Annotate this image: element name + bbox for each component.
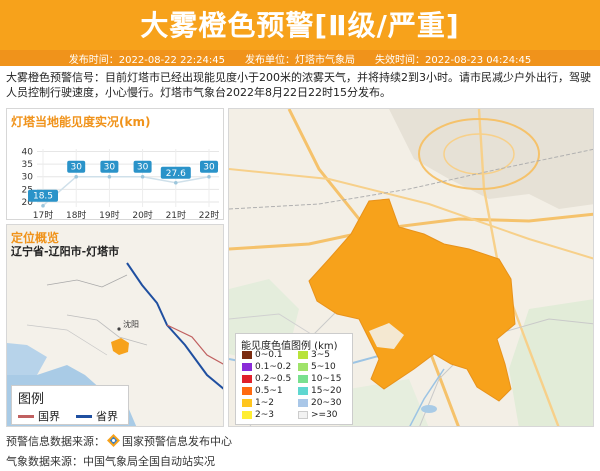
warning-page: 大雾橙色预警[Ⅱ级/严重] 发布时间：2022-08-22 22:24:45 发… [0, 0, 600, 471]
legend-item: >=30 [298, 410, 338, 420]
warning-meta: 发布时间：2022-08-22 22:24:45 发布单位：灯塔市气象局 失效时… [0, 50, 600, 66]
legend-label: 10~15 [311, 374, 342, 384]
data-label: 18.5 [33, 192, 53, 202]
legend-label: 0.5~1 [255, 386, 283, 396]
legend-label: 1~2 [255, 398, 274, 408]
legend-swatch [242, 399, 252, 407]
x-tick-label: 22时 [199, 209, 219, 221]
legend-item: 3~5 [298, 350, 330, 360]
data-point [107, 174, 112, 179]
legend-label: >=30 [311, 410, 338, 420]
legend-swatch [298, 387, 308, 395]
data-point [140, 174, 145, 179]
y-tick-label: 30 [22, 173, 34, 183]
data-label: 30 [70, 163, 82, 173]
x-tick-label: 21时 [166, 209, 186, 221]
legend-item: 2~3 [242, 410, 274, 420]
legend-swatch [298, 411, 308, 419]
visibility-chart-title: 灯塔当地能见度实况(km) [11, 115, 151, 129]
warning-center-logo-icon [107, 434, 120, 447]
province-border-swatch [76, 414, 92, 418]
visibility-chart-panel: 40 35 30 25 20 18.5 30 30 30 27.6 30 17时 18时 19时 20时 21… [6, 108, 224, 221]
expire-time: 失效时间：2022-08-23 04:24:45 [375, 54, 532, 66]
legend-item: 0.5~1 [242, 386, 283, 396]
legend-swatch [242, 411, 252, 419]
y-tick-label: 40 [22, 148, 34, 158]
legend-item: 0~0.1 [242, 350, 283, 360]
warning-data-source: 预警信息数据来源： 国家预警信息发布中心 [6, 433, 232, 449]
location-overview-panel: 沈阳 定位概览 辽宁省-辽阳市-灯塔市 图例 国界 省界 [6, 224, 224, 427]
data-point [74, 174, 78, 179]
legend-item: 5~10 [298, 362, 336, 372]
y-tick-label: 35 [22, 160, 33, 170]
legend-item: 1~2 [242, 398, 274, 408]
x-tick-label: 17时 [33, 209, 53, 221]
legend-label: 0.1~0.2 [255, 362, 292, 372]
city-label-shenyang: 沈阳 [123, 319, 139, 329]
national-border-label: 国界 [38, 410, 60, 423]
data-label: 27.6 [166, 169, 186, 179]
legend-label: 20~30 [311, 398, 342, 408]
weather-data-source: 气象数据来源：中国气象局全国自动站实况 [6, 455, 215, 468]
x-tick-label: 20时 [132, 209, 152, 221]
legend-swatch [298, 375, 308, 383]
legend-item: 0.2~0.5 [242, 374, 291, 384]
legend-label: 0.2~0.5 [255, 374, 292, 384]
legend-swatch [242, 375, 252, 383]
warning-title: 大雾橙色预警[Ⅱ级/严重] [140, 9, 460, 42]
legend-swatch [298, 399, 308, 407]
boundary-legend: 图例 国界 省界 [11, 385, 129, 425]
legend-item: 10~15 [298, 374, 341, 384]
legend-swatch [242, 363, 252, 371]
province-border-label: 省界 [96, 410, 118, 423]
legend-item: 0.1~0.2 [242, 362, 291, 372]
legend-label: 3~5 [311, 350, 330, 360]
legend-swatch [298, 363, 308, 371]
legend-swatch [242, 351, 252, 359]
data-point [207, 174, 211, 179]
location-name: 辽宁省-辽阳市-灯塔市 [11, 245, 120, 258]
legend-item: 20~30 [298, 398, 341, 408]
data-point [41, 203, 45, 208]
warning-org-name: 国家预警信息发布中心 [122, 435, 232, 448]
legend-label: 0~0.1 [255, 350, 283, 360]
warning-source-label: 预警信息数据来源： [6, 435, 105, 448]
national-border-swatch [18, 414, 34, 418]
legend-label: 2~3 [255, 410, 274, 420]
legend-national-border: 国界 [18, 408, 60, 424]
visibility-series-line [42, 175, 210, 207]
boundary-legend-title: 图例 [18, 392, 45, 407]
legend-swatch [298, 351, 308, 359]
legend-label: 5~10 [311, 362, 336, 372]
warning-header: 大雾橙色预警[Ⅱ级/严重] 发布时间：2022-08-22 22:24:45 发… [0, 0, 600, 66]
legend-swatch [242, 387, 252, 395]
legend-province-border: 省界 [76, 408, 118, 424]
data-label: 30 [137, 163, 149, 173]
data-label: 30 [104, 163, 116, 173]
legend-label: 15~20 [311, 386, 342, 396]
data-label: 30 [203, 163, 215, 173]
x-tick-label: 19时 [99, 209, 119, 221]
publish-time: 发布时间：2022-08-22 22:24:45 [68, 54, 225, 66]
legend-item: 15~20 [298, 386, 341, 396]
data-point [174, 180, 178, 185]
visibility-color-legend: 能见度色值图例 (km) 0~0.1 3~5 0.1~0.2 5~10 0.2~… [235, 333, 353, 425]
publisher: 发布单位：灯塔市气象局 [245, 54, 355, 66]
warning-description: 大雾橙色预警信号：目前灯塔市已经出现能见度小于200米的浓雾天气，并将持续2到3… [6, 71, 591, 99]
detail-map-panel: 能见度色值图例 (km) 0~0.1 3~5 0.1~0.2 5~10 0.2~… [228, 108, 594, 427]
x-tick-label: 18时 [66, 209, 86, 221]
